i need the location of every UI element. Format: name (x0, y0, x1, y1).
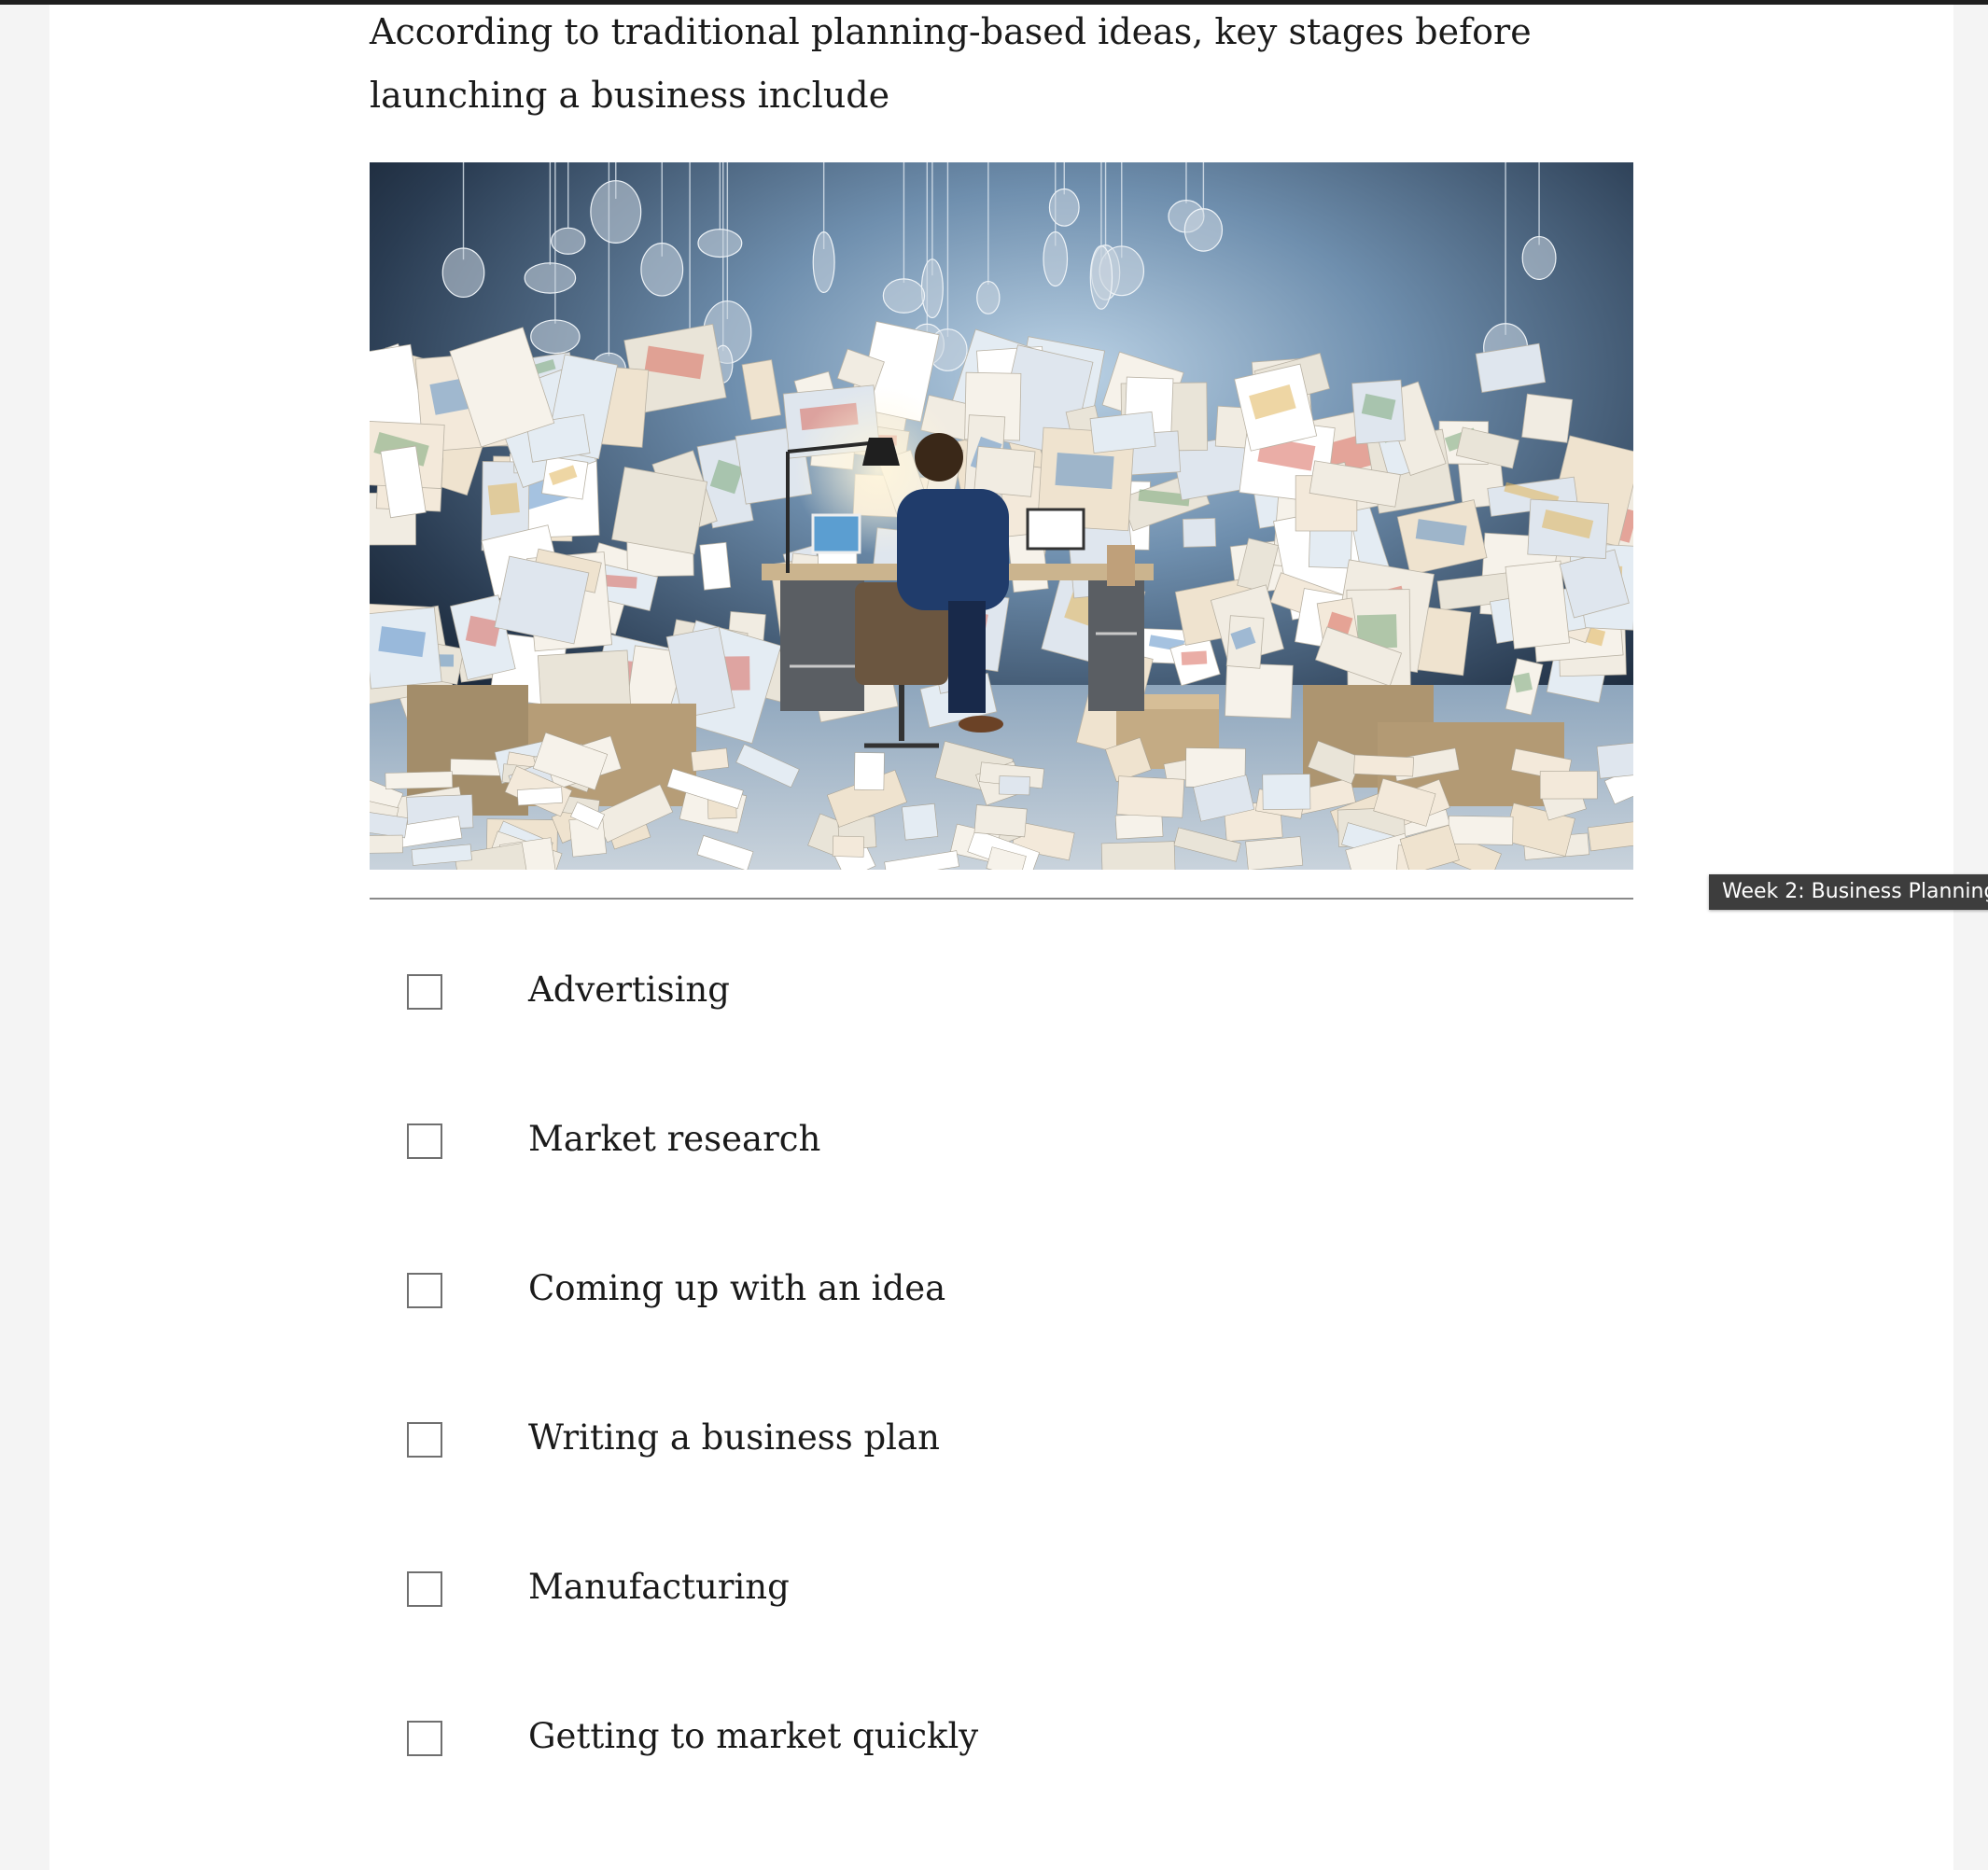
answer-option-label: Manufacturing (528, 1567, 790, 1607)
answer-option-label: Market research (528, 1119, 821, 1159)
answer-checkbox[interactable] (407, 1571, 442, 1607)
answer-option-label: Writing a business plan (528, 1417, 940, 1458)
content-divider (370, 898, 1633, 900)
answer-checkbox[interactable] (407, 1123, 442, 1159)
answer-option[interactable]: Writing a business plan (370, 1394, 1633, 1487)
answer-option[interactable]: Advertising (370, 946, 1633, 1040)
answer-option[interactable]: Manufacturing (370, 1543, 1633, 1637)
answer-option[interactable]: Market research (370, 1095, 1633, 1189)
answer-checkbox[interactable] (407, 1422, 442, 1458)
answer-option-label: Coming up with an idea (528, 1268, 946, 1308)
answer-option[interactable]: Getting to market quickly (370, 1693, 1633, 1786)
answer-checkbox[interactable] (407, 974, 442, 1010)
answer-option[interactable]: Coming up with an idea (370, 1245, 1633, 1338)
section-tooltip: Week 2: Business Planning (1709, 874, 1988, 910)
question-text: According to traditional planning-based … (370, 11, 1532, 116)
answer-option-label: Getting to market quickly (528, 1716, 979, 1756)
answer-checkbox[interactable] (407, 1273, 442, 1308)
answer-option-label: Advertising (528, 970, 730, 1010)
office-paper-chaos-image (370, 162, 1633, 870)
answer-checkbox[interactable] (407, 1721, 442, 1756)
